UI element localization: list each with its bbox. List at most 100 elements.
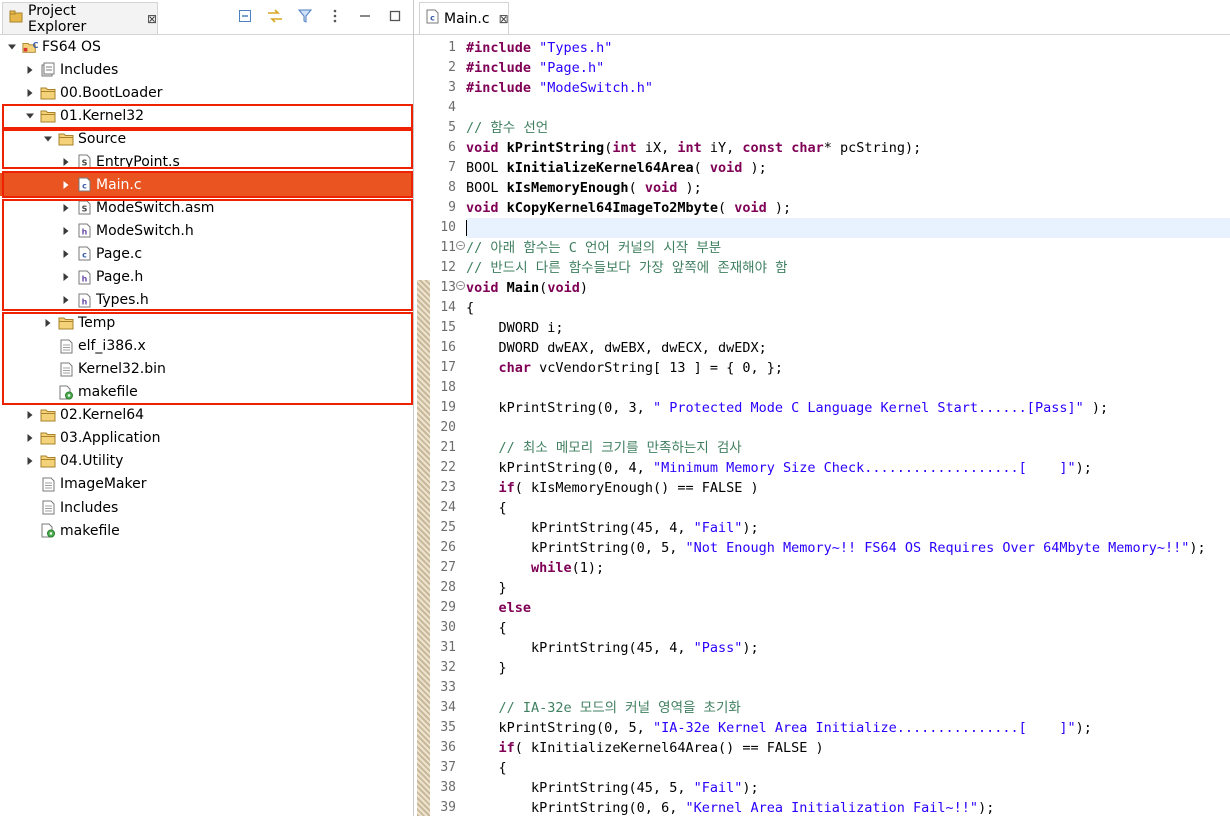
chevron-down-icon[interactable]	[42, 133, 54, 145]
code-line[interactable]: void kPrintString(int iX, int iY, const …	[466, 138, 1230, 158]
tree-item[interactable]: 01.Kernel32	[0, 104, 413, 127]
line-number: 21	[440, 440, 456, 455]
link-editor-icon[interactable]	[267, 8, 283, 24]
maximize-icon[interactable]	[387, 8, 403, 24]
tree-item[interactable]: makefile	[0, 519, 413, 542]
code-line[interactable]: // 함수 선언	[466, 118, 1230, 138]
code-token: kPrintString(0, 3,	[466, 400, 653, 416]
code-token: void	[466, 140, 499, 156]
tree-item[interactable]: S ModeSwitch.asm	[0, 196, 413, 219]
code-line[interactable]: kPrintString(0, 5, "Not Enough Memory~!!…	[466, 538, 1230, 558]
collapse-all-icon[interactable]	[237, 8, 253, 24]
tree-item[interactable]: c Page.c	[0, 242, 413, 265]
tree-item[interactable]: c Main.c	[0, 173, 413, 197]
code-line[interactable]: kPrintString(45, 4, "Fail");	[466, 518, 1230, 538]
code-line[interactable]: {	[466, 618, 1230, 638]
chevron-right-icon[interactable]	[60, 202, 72, 214]
tree-item-label: Main.c	[96, 176, 142, 193]
tree-item[interactable]: 04.Utility	[0, 450, 413, 473]
code-line[interactable]	[466, 418, 1230, 438]
chevron-down-icon[interactable]	[6, 41, 18, 53]
tab-main-c[interactable]: c Main.c ⊠	[419, 2, 509, 34]
code-line[interactable]: if( kIsMemoryEnough() == FALSE )	[466, 478, 1230, 498]
code-line[interactable]: void Main(void)	[466, 278, 1230, 298]
code-line[interactable]: void kCopyKernel64ImageTo2Mbyte( void );	[466, 198, 1230, 218]
code-line[interactable]: kPrintString(45, 4, "Pass");	[466, 638, 1230, 658]
code-line[interactable]: DWORD dwEAX, dwEBX, dwECX, dwEDX;	[466, 338, 1230, 358]
chevron-right-icon[interactable]	[24, 455, 36, 467]
code-line[interactable]: // 반드시 다른 함수들보다 가장 앞쪽에 존재해야 함	[466, 258, 1230, 278]
close-icon[interactable]: ⊠	[499, 12, 509, 26]
tree-item[interactable]: elf_i386.x	[0, 335, 413, 358]
chevron-right-icon[interactable]	[60, 156, 72, 168]
code-line[interactable]: // 아래 함수는 C 언어 커널의 시작 부분	[466, 238, 1230, 258]
chevron-right-icon[interactable]	[24, 64, 36, 76]
code-line[interactable]: kPrintString(0, 5, "IA-32e Kernel Area I…	[466, 718, 1230, 738]
code-line[interactable]	[466, 218, 1230, 238]
code-line[interactable]: #include "Page.h"	[466, 58, 1230, 78]
code-line[interactable]: {	[466, 298, 1230, 318]
code-line[interactable]: if( kInitializeKernel64Area() == FALSE )	[466, 738, 1230, 758]
chevron-right-icon[interactable]	[24, 432, 36, 444]
filter-icon[interactable]	[297, 8, 313, 24]
code-line[interactable]	[466, 98, 1230, 118]
tree-item[interactable]: Includes	[0, 58, 413, 81]
code-line[interactable]: #include "Types.h"	[466, 38, 1230, 58]
code-token: #include	[466, 60, 532, 76]
code-line[interactable]: BOOL kInitializeKernel64Area( void );	[466, 158, 1230, 178]
code-line[interactable]	[466, 378, 1230, 398]
tree-item[interactable]: S EntryPoint.s	[0, 150, 413, 173]
code-token: )	[579, 280, 588, 296]
code-line[interactable]: }	[466, 578, 1230, 598]
fold-toggle-icon[interactable]: −	[456, 281, 465, 290]
tree-item[interactable]: 03.Application	[0, 427, 413, 450]
code-line[interactable]: BOOL kIsMemoryEnough( void );	[466, 178, 1230, 198]
chevron-right-icon[interactable]	[60, 248, 72, 260]
tree-item[interactable]: Temp	[0, 312, 413, 335]
code-line[interactable]: kPrintString(0, 6, "Kernel Area Initiali…	[466, 798, 1230, 818]
chevron-right-icon[interactable]	[42, 317, 54, 329]
tree-item-label: 02.Kernel64	[60, 407, 145, 424]
code-line[interactable]: DWORD i;	[466, 318, 1230, 338]
chevron-right-icon[interactable]	[60, 179, 72, 191]
code-line[interactable]: }	[466, 658, 1230, 678]
code-line[interactable]	[466, 678, 1230, 698]
chevron-down-icon[interactable]	[24, 110, 36, 122]
svg-text:C: C	[33, 40, 38, 49]
tree-item[interactable]: Source	[0, 127, 413, 150]
tree-item[interactable]: C FS64 OS	[0, 35, 413, 58]
code-line[interactable]: // 최소 메모리 크기를 만족하는지 검사	[466, 438, 1230, 458]
tree-item[interactable]: makefile	[0, 381, 413, 404]
code-line[interactable]: kPrintString(0, 4, "Minimum Memory Size …	[466, 458, 1230, 478]
chevron-right-icon[interactable]	[24, 409, 36, 421]
fold-toggle-icon[interactable]: −	[456, 241, 465, 250]
tree-item[interactable]: 00.BootLoader	[0, 81, 413, 104]
tree-item[interactable]: 02.Kernel64	[0, 404, 413, 427]
tree-item[interactable]: ImageMaker	[0, 473, 413, 496]
code-token: else	[498, 600, 532, 616]
code-line[interactable]: else	[466, 598, 1230, 618]
code-line[interactable]: while(1);	[466, 558, 1230, 578]
tree-item[interactable]: h ModeSwitch.h	[0, 219, 413, 242]
code-line[interactable]: kPrintString(0, 3, " Protected Mode C La…	[466, 398, 1230, 418]
code-line[interactable]: {	[466, 498, 1230, 518]
chevron-right-icon[interactable]	[60, 225, 72, 237]
tree-item[interactable]: h Page.h	[0, 266, 413, 289]
code-line[interactable]: #include "ModeSwitch.h"	[466, 78, 1230, 98]
tree-item[interactable]: h Types.h	[0, 289, 413, 312]
code-line[interactable]: // IA-32e 모드의 커널 영역을 초기화	[466, 698, 1230, 718]
code-line[interactable]: char vcVendorString[ 13 ] = { 0, };	[466, 358, 1230, 378]
chevron-right-icon[interactable]	[24, 87, 36, 99]
chevron-right-icon[interactable]	[60, 294, 72, 306]
minimize-icon[interactable]	[357, 8, 373, 24]
close-icon[interactable]: ⊠	[147, 12, 157, 26]
code-token: kPrintString(45, 4,	[466, 520, 694, 536]
tree-item[interactable]: Kernel32.bin	[0, 358, 413, 381]
tab-project-explorer[interactable]: Project Explorer ⊠	[2, 2, 158, 35]
tree-item[interactable]: Includes	[0, 496, 413, 519]
chevron-right-icon[interactable]	[60, 271, 72, 283]
code-line[interactable]: {	[466, 758, 1230, 778]
view-menu-icon[interactable]	[327, 8, 343, 24]
code-line[interactable]: kPrintString(45, 5, "Fail");	[466, 778, 1230, 798]
line-number: 35	[440, 720, 456, 735]
